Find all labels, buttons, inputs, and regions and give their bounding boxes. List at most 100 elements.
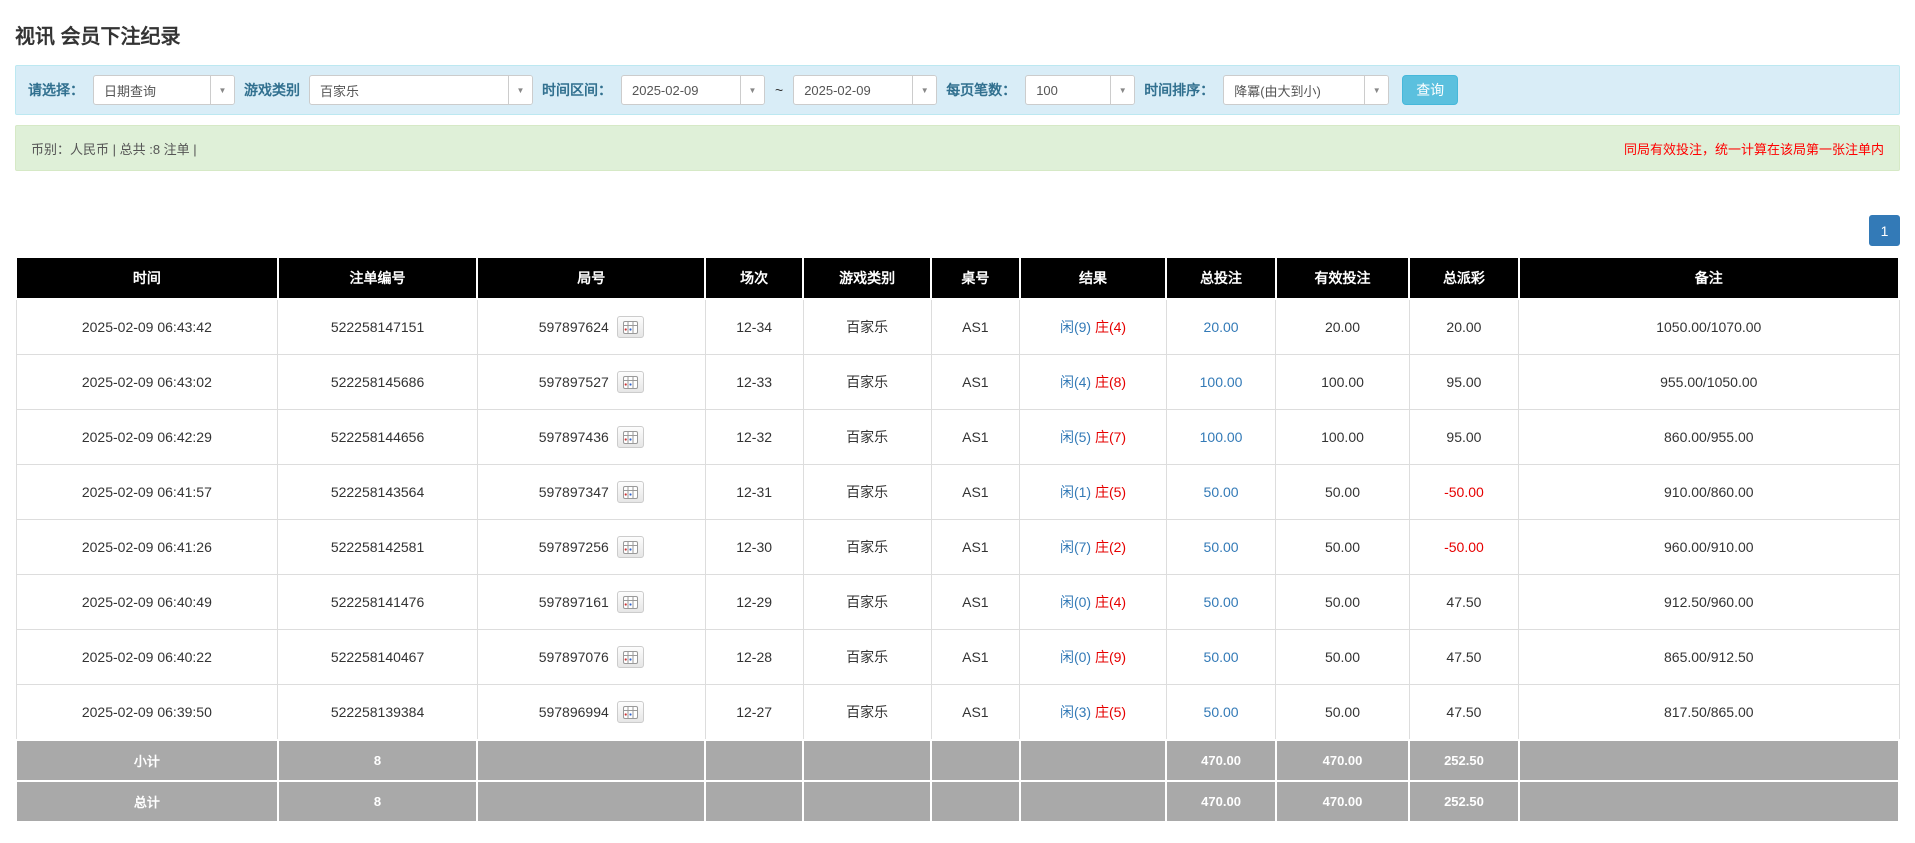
round-id-value: 597897624 xyxy=(539,319,609,335)
page-size-value: 100 xyxy=(1026,76,1110,104)
cell-game-type: 百家乐 xyxy=(803,520,931,575)
table-row: 2025-02-09 06:40:49 522258141476 5978971… xyxy=(16,575,1899,630)
cell-bet-id: 522258143564 xyxy=(278,465,478,520)
col-header-game-type: 游戏类别 xyxy=(803,257,931,299)
table-header-row: 时间 注单编号 局号 场次 游戏类别 桌号 结果 总投注 有效投注 总派彩 备注 xyxy=(16,257,1899,299)
cell-game-type: 百家乐 xyxy=(803,299,931,355)
cell-payout: 47.50 xyxy=(1409,685,1518,741)
result-banker: 庄(8) xyxy=(1095,374,1126,390)
round-id-value: 597897076 xyxy=(539,649,609,665)
cell-total-bet: 100.00 xyxy=(1166,410,1275,465)
total-bet-link[interactable]: 50.00 xyxy=(1204,649,1239,665)
subtotal-count: 8 xyxy=(278,740,478,781)
grand-total-valid-bet: 470.00 xyxy=(1276,781,1410,822)
roadmap-button[interactable] xyxy=(617,371,644,393)
roadmap-icon xyxy=(623,321,638,334)
table-row: 2025-02-09 06:39:50 522258139384 5978969… xyxy=(16,685,1899,741)
col-header-bet-id: 注单编号 xyxy=(278,257,478,299)
roadmap-icon xyxy=(623,706,638,719)
page-title: 视讯 会员下注纪录 xyxy=(15,20,1900,49)
subtotal-row: 小计 8 470.00 470.00 252.50 xyxy=(16,740,1899,781)
result-banker: 庄(4) xyxy=(1095,319,1126,335)
cell-bet-id: 522258145686 xyxy=(278,355,478,410)
result-player: 闲(9) xyxy=(1060,319,1091,335)
cell-result: 闲(9) 庄(4) xyxy=(1020,299,1167,355)
result-banker: 庄(4) xyxy=(1095,594,1126,610)
roadmap-button[interactable] xyxy=(617,426,644,448)
table-row: 2025-02-09 06:42:29 522258144656 5978974… xyxy=(16,410,1899,465)
roadmap-icon xyxy=(623,431,638,444)
result-player: 闲(4) xyxy=(1060,374,1091,390)
cell-payout: 47.50 xyxy=(1409,630,1518,685)
roadmap-button[interactable] xyxy=(617,481,644,503)
cell-table-no: AS1 xyxy=(931,410,1020,465)
total-bet-link[interactable]: 20.00 xyxy=(1204,319,1239,335)
pagination-page-1[interactable]: 1 xyxy=(1869,215,1900,246)
cell-bet-id: 522258140467 xyxy=(278,630,478,685)
roadmap-button[interactable] xyxy=(617,591,644,613)
time-sort-select[interactable]: 降冪(由大到小) ▼ xyxy=(1223,75,1389,105)
cell-total-bet: 50.00 xyxy=(1166,465,1275,520)
summary-bar: 币别：人民币 | 总共 :8 注单 | 同局有效投注，统一计算在该局第一张注单内 xyxy=(15,125,1900,171)
cell-total-bet: 50.00 xyxy=(1166,575,1275,630)
result-player: 闲(1) xyxy=(1060,484,1091,500)
roadmap-button[interactable] xyxy=(617,646,644,668)
subtotal-label: 小计 xyxy=(16,740,278,781)
total-bet-link[interactable]: 100.00 xyxy=(1200,374,1243,390)
table-row: 2025-02-09 06:43:02 522258145686 5978975… xyxy=(16,355,1899,410)
subtotal-payout: 252.50 xyxy=(1409,740,1518,781)
cell-valid-bet: 20.00 xyxy=(1276,299,1410,355)
search-button[interactable]: 查询 xyxy=(1402,75,1458,105)
total-bet-link[interactable]: 50.00 xyxy=(1204,594,1239,610)
cell-note: 817.50/865.00 xyxy=(1519,685,1899,741)
time-sort-value: 降冪(由大到小) xyxy=(1224,76,1364,104)
cell-time: 2025-02-09 06:40:49 xyxy=(16,575,278,630)
roadmap-button[interactable] xyxy=(617,701,644,723)
cell-bet-id: 522258142581 xyxy=(278,520,478,575)
query-type-select[interactable]: 日期查询 ▼ xyxy=(93,75,235,105)
cell-session: 12-30 xyxy=(705,520,803,575)
result-banker: 庄(5) xyxy=(1095,704,1126,720)
cell-bet-id: 522258147151 xyxy=(278,299,478,355)
chevron-down-icon: ▼ xyxy=(912,76,936,104)
col-header-round-id: 局号 xyxy=(477,257,705,299)
cell-bet-id: 522258144656 xyxy=(278,410,478,465)
total-bet-link[interactable]: 50.00 xyxy=(1204,704,1239,720)
cell-total-bet: 50.00 xyxy=(1166,520,1275,575)
cell-note: 860.00/955.00 xyxy=(1519,410,1899,465)
chevron-down-icon: ▼ xyxy=(210,76,234,104)
cell-round-id: 597896994 xyxy=(477,685,705,741)
cell-result: 闲(5) 庄(7) xyxy=(1020,410,1167,465)
cell-game-type: 百家乐 xyxy=(803,685,931,741)
cell-session: 12-28 xyxy=(705,630,803,685)
total-bet-link[interactable]: 50.00 xyxy=(1204,484,1239,500)
col-header-result: 结果 xyxy=(1020,257,1167,299)
cell-round-id: 597897436 xyxy=(477,410,705,465)
round-id-value: 597897256 xyxy=(539,539,609,555)
roadmap-button[interactable] xyxy=(617,316,644,338)
cell-payout: 95.00 xyxy=(1409,355,1518,410)
subtotal-total-bet: 470.00 xyxy=(1166,740,1275,781)
cell-table-no: AS1 xyxy=(931,299,1020,355)
col-header-session: 场次 xyxy=(705,257,803,299)
game-type-label: 游戏类别 xyxy=(244,80,300,100)
game-type-select[interactable]: 百家乐 ▼ xyxy=(309,75,533,105)
time-sort-label: 时间排序： xyxy=(1144,80,1214,100)
cell-session: 12-32 xyxy=(705,410,803,465)
cell-session: 12-31 xyxy=(705,465,803,520)
date-from-input[interactable]: 2025-02-09 ▼ xyxy=(621,75,765,105)
page-size-select[interactable]: 100 ▼ xyxy=(1025,75,1135,105)
cell-round-id: 597897624 xyxy=(477,299,705,355)
cell-session: 12-29 xyxy=(705,575,803,630)
col-header-valid-bet: 有效投注 xyxy=(1276,257,1410,299)
date-to-input[interactable]: 2025-02-09 ▼ xyxy=(793,75,937,105)
result-player: 闲(0) xyxy=(1060,594,1091,610)
col-header-note: 备注 xyxy=(1519,257,1899,299)
cell-total-bet: 100.00 xyxy=(1166,355,1275,410)
total-bet-link[interactable]: 50.00 xyxy=(1204,539,1239,555)
chevron-down-icon: ▼ xyxy=(740,76,764,104)
total-bet-link[interactable]: 100.00 xyxy=(1200,429,1243,445)
roadmap-button[interactable] xyxy=(617,536,644,558)
cell-note: 865.00/912.50 xyxy=(1519,630,1899,685)
result-banker: 庄(5) xyxy=(1095,484,1126,500)
